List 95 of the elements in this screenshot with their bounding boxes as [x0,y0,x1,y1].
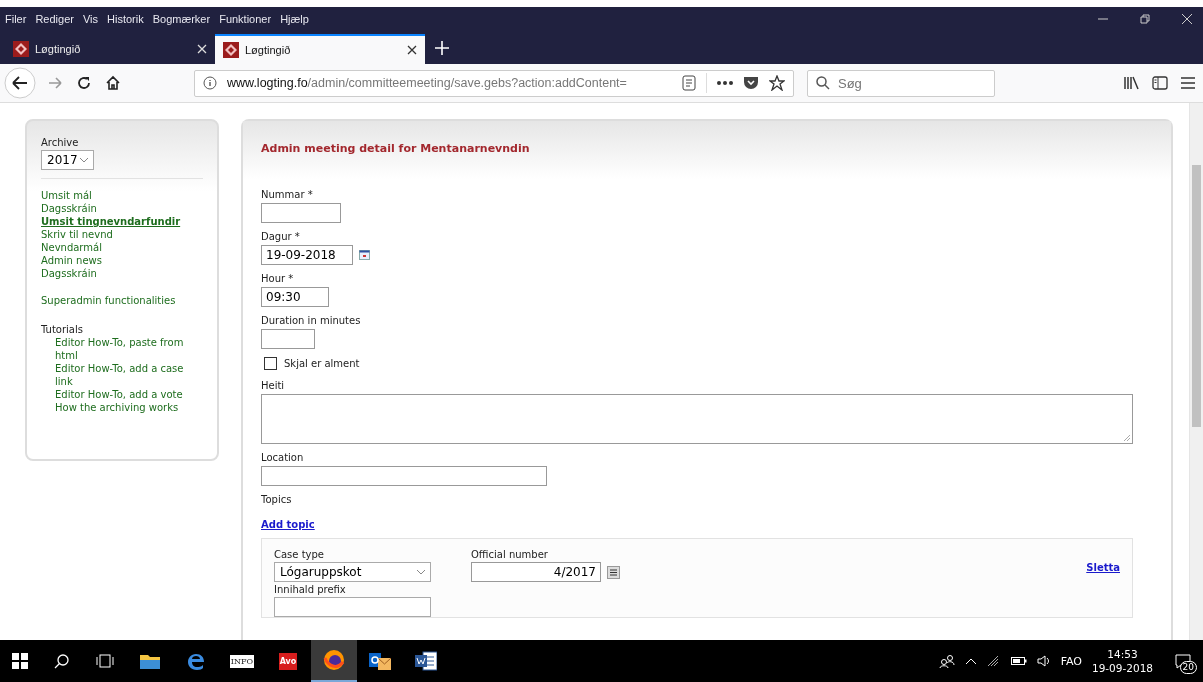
scrollbar[interactable] [1189,103,1203,640]
field-label: Location [261,452,305,463]
site-logo-icon [223,42,239,58]
reader-view-icon[interactable] [682,75,696,91]
chevron-down-icon [80,157,88,163]
text-field[interactable]: 09:30 [261,287,329,307]
sidebar-link[interactable]: Superadmin functionalities [41,294,203,307]
restore-icon[interactable] [1139,12,1151,25]
text-field[interactable] [261,329,315,349]
calendar-icon[interactable] [359,250,370,260]
list-icon[interactable] [607,565,620,579]
field-label: Duration in minutes [261,315,362,326]
checkbox[interactable] [264,357,277,370]
sidebar-link[interactable]: Admin news [41,254,203,267]
library-icon[interactable] [1123,76,1139,90]
fox-globe-icon [323,649,345,671]
url-text: www.logting.fo/admin/committeemeeting/save.gebs?action:addContent= [227,76,628,90]
sidebar-link[interactable]: Umsit tingnevndarfundir [41,215,203,228]
browser-tab[interactable]: Løgtingið [215,34,425,64]
info-icon [203,76,217,90]
mail-envelope-icon [369,651,391,671]
folder-icon [139,652,161,670]
notification-count: 20 [1179,661,1197,674]
tutorial-link[interactable]: Editor How-To, add a vote [41,388,203,401]
wifi-icon[interactable] [986,655,1001,667]
tutorial-link[interactable]: Editor How-To, paste from html [41,336,203,362]
menu-item[interactable]: Funktioner [219,12,272,25]
document-icon [415,651,437,671]
scrollbar-thumb[interactable] [1192,165,1201,427]
address-bar[interactable]: www.logting.fo/admin/committeemeeting/save.gebs?action:addContent= [194,69,794,97]
menu-icon[interactable] [1181,77,1195,89]
notifications-button[interactable]: 20 [1163,640,1203,682]
task-view-icon[interactable] [96,654,114,668]
chevron-down-icon [417,569,425,575]
menu-item[interactable]: Rediger [35,12,74,25]
taskbar-app[interactable]: Avo [265,640,311,682]
menu-item[interactable]: Historik [107,12,144,25]
field-label: Nummar * [261,189,314,200]
text-field[interactable] [261,466,547,486]
taskbar-app[interactable]: INFO [219,640,265,682]
sidebar-link[interactable]: Skriv til nevnd [41,228,203,241]
forward-icon[interactable] [47,75,63,91]
topics-label: Topics [261,494,293,505]
tutorials-heading: Tutorials [41,323,84,336]
tutorial-link[interactable]: How the archiving works [41,401,203,414]
clock[interactable]: 14:53 19-09-2018 [1091,647,1153,675]
chevron-up-icon[interactable] [964,657,977,665]
search-icon[interactable] [54,653,70,669]
archive-label: Archive [41,137,80,148]
official-number-field[interactable]: 4/2017 [471,562,601,582]
page-title: Admin meeting detail for Mentanarnevndin [261,142,530,155]
sidebar-link[interactable]: Dagsskráin [41,202,203,215]
year-select[interactable]: 2017 [41,150,94,170]
field-label: Innihald prefix [274,584,347,595]
battery-icon[interactable] [1010,656,1027,666]
windows-start-icon[interactable] [12,653,28,669]
menu-item[interactable]: Filer [5,12,27,25]
browser-tab[interactable]: Løgtingið [5,34,215,64]
text-area[interactable] [261,394,1133,444]
site-logo-icon [13,41,29,57]
back-icon[interactable] [4,67,36,99]
checkbox-label: Skjal er alment [284,358,360,369]
search-icon [816,75,830,90]
delete-link[interactable]: Sletta [1086,562,1120,573]
menu-item[interactable]: Vis [82,12,98,25]
reload-icon[interactable] [76,75,92,91]
app-tile-icon: Avo [278,652,298,670]
add-topic-link[interactable]: Add topic [261,519,315,530]
people-icon[interactable] [938,654,955,668]
date-field[interactable]: 19-09-2018 [261,245,353,265]
home-icon[interactable] [105,75,121,91]
sidebar-link[interactable]: Umsit mál [41,189,203,202]
tutorial-link[interactable]: Editor How-To, add a case link [41,362,203,388]
resize-grip-icon [1124,435,1130,441]
field-label: Dagur * [261,231,301,242]
field-label: Official number [471,549,549,560]
speaker-icon[interactable] [1036,655,1051,667]
menu-item[interactable]: Hjælp [280,12,309,25]
sidebar-icon[interactable] [1152,76,1168,90]
sidebar-link[interactable]: Dagsskráin [41,267,203,280]
language-indicator[interactable]: FAO [1060,654,1082,668]
search-field[interactable]: Søg [807,69,995,97]
field-label: Heiti [261,380,286,391]
new-tab-icon[interactable] [435,41,449,55]
field-label: Hour * [261,273,295,284]
menu-item[interactable]: Bogmærker [152,12,211,25]
text-field[interactable] [261,203,341,223]
pocket-icon[interactable] [743,76,759,90]
app-tile-icon: INFO [229,654,255,668]
case-type-select[interactable]: Lógaruppskot [274,562,431,582]
star-icon[interactable] [769,75,785,91]
close-icon[interactable] [407,45,417,55]
field-label: Case type [274,549,325,560]
more-icon[interactable] [717,81,733,85]
sidebar-link[interactable]: Nevndarmál [41,241,203,254]
